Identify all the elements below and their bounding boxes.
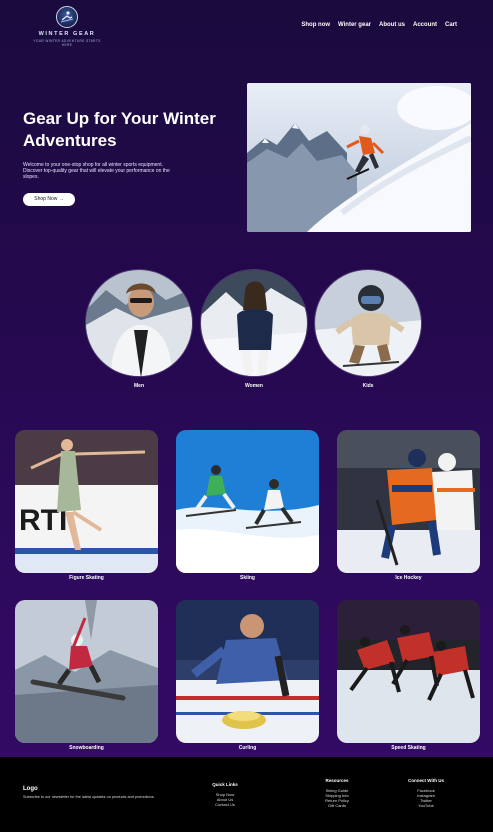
speed-skating-image: [337, 600, 480, 743]
logo-name: WINTER GEAR: [38, 31, 96, 37]
shop-now-button[interactable]: Shop Now →: [23, 193, 75, 206]
hero-skier-image: [247, 83, 471, 232]
page: WINTER GEAR YOUR WINTER ADVENTURE STARTS…: [0, 0, 493, 832]
category-women[interactable]: Women: [200, 269, 308, 389]
sport-label: Snowboarding: [69, 745, 104, 751]
category-men[interactable]: Men: [85, 269, 193, 389]
footer-subscribe-text: Subscribe to our newsletter for the late…: [23, 795, 155, 799]
footer-link-contact-us[interactable]: Contact Us: [205, 802, 245, 807]
women-image: [200, 269, 308, 377]
nav-winter-gear[interactable]: Winter gear: [338, 22, 371, 28]
sport-snowboarding[interactable]: Snowboarding: [15, 600, 158, 751]
footer-column-title: Resources: [325, 778, 349, 783]
figure-skating-image: RTI: [15, 430, 158, 573]
skiing-image: [176, 430, 319, 573]
skier-logo-icon: [56, 6, 78, 28]
footer-resources: Resources Skiing Guide Shipping Info Ret…: [314, 778, 360, 808]
main-nav: Shop now Winter gear About us Account Ca…: [301, 22, 457, 28]
sport-label: Figure Skating: [69, 575, 104, 581]
site-footer: Logo Subscribe to our newsletter for the…: [0, 757, 493, 832]
sport-figure-skating[interactable]: RTI Figure Skating: [15, 430, 158, 581]
hero-title: Gear Up for Your Winter Adventures: [23, 109, 216, 150]
nav-account[interactable]: Account: [413, 22, 437, 28]
footer-column-title: Quick Links: [212, 782, 238, 787]
logo-tagline: YOUR WINTER ADVENTURE STARTS HERE: [33, 39, 101, 47]
footer-logo[interactable]: Logo: [23, 786, 38, 792]
footer-column-title: Connect With Us: [408, 778, 444, 783]
sport-label: Curling: [238, 745, 257, 751]
category-label: Women: [245, 383, 263, 389]
hero-description: Welcome to your one-stop shop for all wi…: [23, 162, 170, 180]
sport-label: Ice Hockey: [395, 575, 422, 581]
curling-image: [176, 600, 319, 743]
category-label: Men: [134, 383, 144, 389]
sport-speed-skating[interactable]: Speed Skating: [337, 600, 480, 751]
sport-skiing[interactable]: Skiing: [176, 430, 319, 581]
footer-quick-links: Quick Links Shop Now About Us Contact Us: [205, 782, 245, 807]
category-kids[interactable]: Kids: [314, 269, 422, 389]
ice-hockey-image: [337, 430, 480, 573]
footer-link-youtube[interactable]: YouTube: [400, 803, 452, 808]
category-label: Kids: [362, 383, 374, 389]
footer-connect: Connect With Us Facebook Instagram Twitt…: [400, 778, 452, 808]
sport-ice-hockey[interactable]: Ice Hockey: [337, 430, 480, 581]
nav-about-us[interactable]: About us: [379, 22, 405, 28]
sport-label: Skiing: [239, 575, 255, 581]
kids-image: [314, 269, 422, 377]
site-logo[interactable]: WINTER GEAR YOUR WINTER ADVENTURE STARTS…: [32, 6, 102, 47]
men-image: [85, 269, 193, 377]
nav-cart[interactable]: Cart: [445, 22, 457, 28]
sport-label: Speed Skating: [391, 745, 426, 751]
site-header: WINTER GEAR YOUR WINTER ADVENTURE STARTS…: [0, 0, 493, 52]
nav-shop-now[interactable]: Shop now: [301, 22, 330, 28]
footer-link-gift-cards[interactable]: Gift Cards: [314, 803, 360, 808]
sport-curling[interactable]: Curling: [176, 600, 319, 751]
snowboarding-image: [15, 600, 158, 743]
